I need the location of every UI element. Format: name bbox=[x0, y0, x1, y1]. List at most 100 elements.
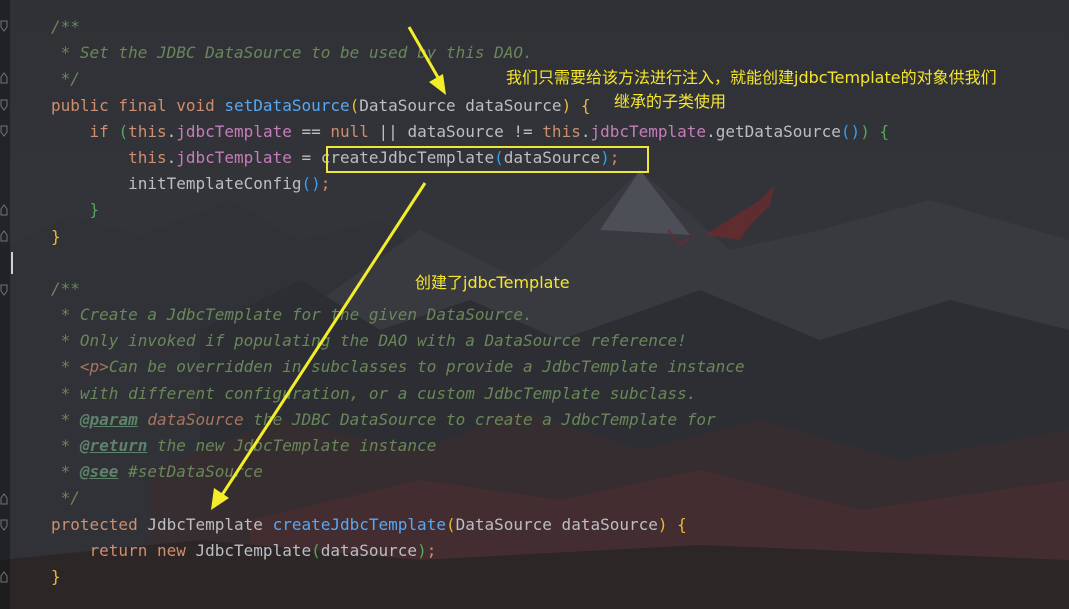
code-token: DataSource dataSource bbox=[455, 514, 658, 534]
code-token: DataSource dataSource bbox=[359, 95, 562, 115]
code-line[interactable]: * Set the JDBC DataSource to be used by … bbox=[51, 40, 889, 66]
code-token: <p> bbox=[79, 357, 109, 377]
code-token: /** bbox=[51, 278, 80, 298]
code-token: protected bbox=[51, 514, 148, 534]
code-token: { bbox=[879, 121, 890, 141]
code-token: } bbox=[51, 566, 61, 586]
code-line[interactable]: * Only invoked if populating the DAO wit… bbox=[51, 328, 889, 354]
annotation-injection-line1: 我们只需要给该方法进行注入，就能创建jdbcTemplate的对象供我们 bbox=[506, 68, 997, 87]
code-token: { bbox=[580, 95, 591, 115]
code-token: } bbox=[89, 200, 100, 220]
code-line[interactable]: public final void setDataSource(DataSour… bbox=[51, 93, 889, 119]
code-token: ( bbox=[445, 514, 456, 534]
text-cursor bbox=[11, 252, 13, 274]
code-line[interactable]: * <p>Can be overridden in subclasses to … bbox=[51, 354, 889, 380]
code-line[interactable]: if (this.jdbcTemplate == null || dataSou… bbox=[51, 119, 890, 145]
annotation-created-jdbctemplate: 创建了jdbcTemplate bbox=[415, 273, 570, 292]
code-token: ) bbox=[561, 95, 572, 115]
code-token: * Create a JdbcTemplate for the given Da… bbox=[51, 305, 533, 325]
code-line[interactable]: return new JdbcTemplate(dataSource); bbox=[51, 538, 889, 564]
code-line[interactable]: initTemplateConfig(); bbox=[51, 171, 889, 197]
code-token: * bbox=[51, 436, 80, 455]
highlight-box-create-call bbox=[326, 146, 649, 173]
code-token: ( bbox=[349, 95, 360, 115]
fold-marker-icon[interactable] bbox=[0, 519, 8, 531]
code-token: this bbox=[128, 147, 167, 167]
code-token: @see bbox=[79, 462, 119, 482]
code-token: /** bbox=[51, 17, 80, 36]
code-line[interactable]: } bbox=[51, 224, 889, 250]
code-token: dataSource bbox=[320, 540, 418, 560]
code-token: ( bbox=[118, 121, 129, 141]
code-token: createJdbcTemplate bbox=[272, 514, 446, 534]
fold-marker-icon[interactable] bbox=[0, 571, 8, 583]
code-token: */ bbox=[51, 488, 80, 508]
code-line[interactable]: * Create a JdbcTemplate for the given Da… bbox=[51, 302, 889, 328]
code-line[interactable]: */ bbox=[51, 485, 889, 511]
code-token: * bbox=[51, 357, 80, 377]
code-token: ; bbox=[320, 174, 331, 194]
code-token: ) bbox=[657, 514, 668, 534]
code-token: ; bbox=[426, 540, 437, 560]
code-token: #setDataSource bbox=[118, 462, 263, 482]
code-token: ( bbox=[311, 540, 321, 560]
code-line[interactable]: } bbox=[51, 197, 889, 223]
code-token: return new bbox=[89, 540, 196, 560]
code-token: * bbox=[51, 409, 80, 429]
fold-marker-icon[interactable] bbox=[0, 230, 8, 242]
code-token: Can be overridden in subclasses to provi… bbox=[108, 357, 745, 377]
code-token: .getDataSource bbox=[706, 121, 841, 141]
code-token: } bbox=[51, 226, 61, 246]
code-line[interactable]: * @return the new JdbcTemplate instance bbox=[51, 433, 889, 459]
code-token: */ bbox=[51, 69, 80, 89]
code-token: the JDBC DataSource to create a JdbcTemp… bbox=[243, 409, 716, 429]
code-line[interactable]: * @param dataSource the JDBC DataSource … bbox=[51, 407, 889, 433]
code-token: initTemplateConfig bbox=[51, 174, 302, 194]
code-token: || dataSource != bbox=[368, 121, 543, 141]
code-token: JdbcTemplate bbox=[147, 514, 273, 534]
code-token: dataSource bbox=[147, 409, 244, 429]
code-token: null bbox=[330, 121, 369, 141]
fold-marker-icon[interactable] bbox=[0, 284, 8, 296]
code-token: { bbox=[677, 514, 687, 534]
code-token: this bbox=[128, 121, 167, 141]
code-line[interactable]: * @see #setDataSource bbox=[51, 459, 889, 485]
code-token: @param bbox=[79, 409, 138, 429]
code-token: public final void bbox=[51, 95, 225, 115]
code-line[interactable]: protected JdbcTemplate createJdbcTemplat… bbox=[51, 512, 889, 538]
code-token: the new JdbcTemplate instance bbox=[147, 436, 437, 455]
code-token: this bbox=[542, 121, 581, 141]
code-token: jdbcTemplate bbox=[176, 121, 292, 141]
annotation-injection-line2: 继承的子类使用 bbox=[614, 92, 727, 111]
code-token: . bbox=[166, 121, 177, 141]
fold-marker-icon[interactable] bbox=[0, 20, 8, 32]
code-token: * with different configuration, or a cus… bbox=[51, 383, 697, 403]
code-token: @return bbox=[79, 436, 148, 455]
code-token: jdbcTemplate bbox=[176, 147, 292, 167]
fold-marker-icon[interactable] bbox=[0, 99, 8, 111]
fold-marker-icon[interactable] bbox=[0, 493, 8, 505]
code-token: () bbox=[301, 174, 321, 194]
code-token: * Set the JDBC DataSource to be used by … bbox=[51, 43, 533, 63]
fold-marker-icon[interactable] bbox=[0, 204, 8, 216]
code-token: . bbox=[166, 147, 177, 167]
code-token: if bbox=[89, 121, 119, 141]
fold-marker-icon[interactable] bbox=[0, 125, 8, 137]
code-token: * Only invoked if populating the DAO wit… bbox=[51, 331, 687, 351]
code-token: JdbcTemplate bbox=[195, 540, 312, 560]
code-line[interactable]: } bbox=[51, 564, 889, 590]
code-line[interactable]: * with different configuration, or a cus… bbox=[51, 381, 889, 407]
code-editor[interactable]: /** * Set the JDBC DataSource to be used… bbox=[51, 14, 889, 590]
code-token: ) bbox=[860, 121, 870, 141]
code-token: == bbox=[291, 121, 331, 141]
code-line[interactable]: /** bbox=[51, 14, 889, 40]
fold-marker-icon[interactable] bbox=[0, 72, 8, 84]
editor-gutter bbox=[0, 0, 10, 609]
